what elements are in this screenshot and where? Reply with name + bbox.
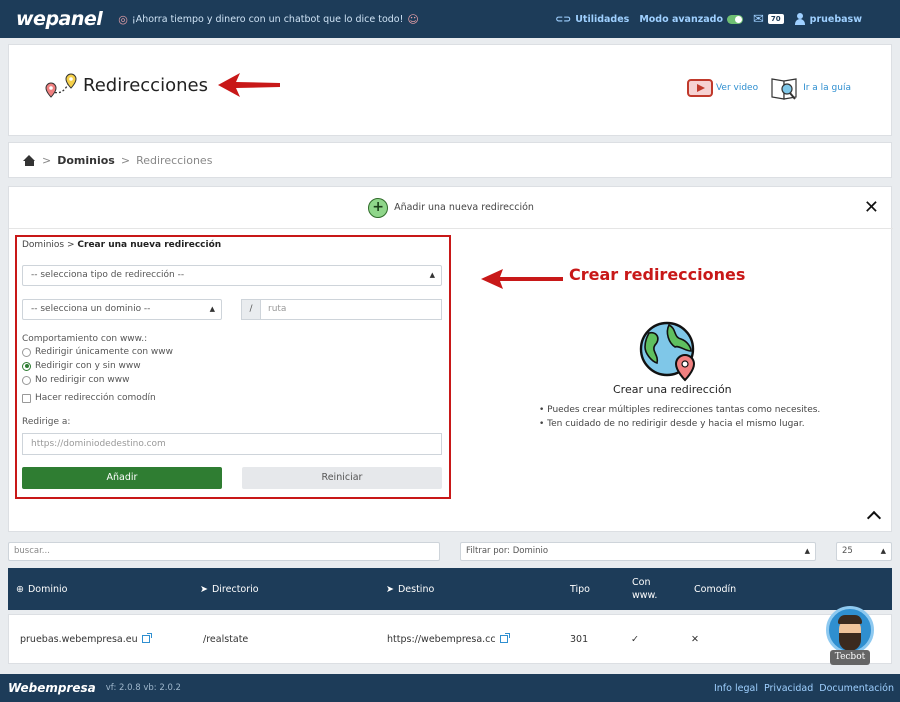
info-list: Puedes crear múltiples redirecciones tan… bbox=[539, 403, 820, 431]
watch-video-link[interactable]: Ver video bbox=[686, 79, 758, 97]
info-bullet: Ten cuidado de no redirigir desde y haci… bbox=[539, 417, 820, 431]
breadcrumb-domains[interactable]: Dominios bbox=[57, 154, 115, 167]
plus-circle-icon: + bbox=[368, 197, 389, 218]
external-link-icon[interactable] bbox=[141, 633, 152, 643]
column-directory[interactable]: ➤ Directorio bbox=[200, 568, 259, 610]
toggle-switch[interactable] bbox=[727, 14, 743, 24]
advanced-mode-toggle[interactable]: Modo avanzado bbox=[639, 14, 743, 25]
target-icon: ◎ bbox=[118, 12, 128, 26]
cell-wildcard-cross-icon: ✕ bbox=[691, 633, 699, 645]
table-row: pruebas.webempresa.eu /realstate https:/… bbox=[8, 614, 892, 664]
add-button[interactable]: Añadir bbox=[22, 467, 222, 489]
reset-button[interactable]: Reiniciar bbox=[242, 467, 442, 489]
version-text: vf: 2.0.8 vb: 2.0.2 bbox=[105, 683, 181, 693]
chevron-up-icon[interactable] bbox=[866, 510, 882, 526]
route-prefix: / bbox=[241, 299, 261, 320]
select-caret-icon: ▲ bbox=[880, 547, 886, 555]
page-size-select[interactable]: 25 ▲ bbox=[836, 542, 892, 561]
form-breadcrumb: Dominios > Crear una nueva redirección bbox=[22, 240, 222, 250]
radio-no-www[interactable]: No redirigir con www bbox=[22, 375, 129, 385]
create-redirect-form: Dominios > Crear una nueva redirección -… bbox=[15, 235, 451, 499]
cell-type: 301 bbox=[570, 633, 589, 645]
video-play-icon bbox=[686, 79, 713, 97]
tecbot-label[interactable]: Tecbot bbox=[830, 650, 870, 665]
radio-only-www[interactable]: Redirigir únicamente con www bbox=[22, 347, 173, 357]
checkbox[interactable] bbox=[22, 393, 31, 403]
location-arrow-icon: ➤ bbox=[386, 583, 394, 595]
redirect-panel: + Añadir una nueva redirección ✕ Dominio… bbox=[8, 186, 893, 532]
select-caret-icon: ▲ bbox=[804, 547, 810, 555]
guide-link[interactable]: Ir a la guía bbox=[770, 75, 851, 101]
globe-pin-icon bbox=[639, 321, 696, 382]
info-title: Crear una redirección bbox=[613, 383, 732, 396]
radio-button[interactable] bbox=[22, 375, 31, 385]
cell-destination[interactable]: https://webempresa.cc bbox=[387, 615, 510, 663]
select-caret-icon: ▲ bbox=[429, 271, 435, 279]
top-bar: wepanel ◎ ¡Ahorra tiempo y dinero con un… bbox=[0, 0, 900, 38]
annotation-arrow-title bbox=[218, 73, 280, 97]
breadcrumb-redirects: Redirecciones bbox=[136, 153, 213, 167]
filter-select[interactable]: Filtrar por: Dominio ▲ bbox=[460, 542, 816, 561]
username: pruebasw bbox=[809, 13, 862, 25]
breadcrumb: > Dominios > Redirecciones bbox=[8, 142, 892, 178]
envelope-icon: ✉ bbox=[753, 11, 764, 27]
tecbot-avatar[interactable] bbox=[826, 606, 874, 654]
ghost-icon: ☺ bbox=[407, 12, 419, 26]
table-header: ⊕ Dominio ➤ Directorio ➤ Destino Tipo Co… bbox=[8, 568, 892, 610]
documentation-link[interactable]: Documentación bbox=[819, 683, 894, 694]
chatbot-promo[interactable]: ◎ ¡Ahorra tiempo y dinero con un chatbot… bbox=[118, 13, 419, 26]
column-destination[interactable]: ➤ Destino bbox=[386, 568, 434, 610]
privacy-link[interactable]: Privacidad bbox=[764, 683, 813, 694]
add-redirect-header[interactable]: + Añadir una nueva redirección bbox=[9, 187, 893, 229]
legal-info-link[interactable]: Info legal bbox=[714, 683, 758, 694]
redirect-to-label: Redirige a: bbox=[22, 417, 71, 427]
footer: Webempresa vf: 2.0.8 vb: 2.0.2 Info lega… bbox=[0, 674, 900, 702]
route-pins-icon bbox=[45, 73, 77, 98]
promo-text: ¡Ahorra tiempo y dinero con un chatbot q… bbox=[131, 13, 404, 25]
wildcard-checkbox[interactable]: Hacer redirección comodín bbox=[22, 393, 156, 403]
route-input[interactable]: ruta bbox=[260, 299, 442, 320]
annotation-arrow-form bbox=[481, 269, 563, 289]
column-type[interactable]: Tipo bbox=[570, 568, 590, 610]
home-icon[interactable] bbox=[23, 154, 36, 166]
page-header: Redirecciones Ver video Ir a la guía bbox=[8, 44, 892, 136]
close-icon[interactable]: ✕ bbox=[864, 197, 879, 218]
info-bullet: Puedes crear múltiples redirecciones tan… bbox=[539, 403, 820, 417]
location-arrow-icon: ➤ bbox=[200, 583, 208, 595]
column-domain[interactable]: ⊕ Dominio bbox=[16, 568, 67, 610]
wepanel-logo[interactable]: wepanel bbox=[16, 8, 103, 30]
webempresa-logo[interactable]: Webempresa bbox=[8, 681, 96, 695]
mail-count-badge: 70 bbox=[767, 14, 784, 24]
www-behavior-label: Comportamiento con www.: bbox=[22, 334, 148, 344]
link-icon: ⊂⊃ bbox=[555, 13, 572, 25]
book-search-icon bbox=[771, 78, 797, 100]
cell-directory: /realstate bbox=[203, 633, 249, 645]
column-wildcard[interactable]: Comodín bbox=[694, 568, 736, 610]
radio-with-without-www[interactable]: Redirigir con y sin www bbox=[22, 361, 141, 371]
user-icon bbox=[794, 13, 806, 25]
cell-www-check-icon: ✓ bbox=[631, 633, 639, 645]
radio-button-selected[interactable] bbox=[22, 361, 31, 371]
column-www[interactable]: Con www. bbox=[632, 568, 664, 610]
radio-button[interactable] bbox=[22, 347, 31, 357]
user-menu[interactable]: pruebasw bbox=[794, 13, 862, 25]
cell-domain[interactable]: pruebas.webempresa.eu bbox=[20, 615, 152, 663]
select-caret-icon: ▲ bbox=[209, 305, 215, 313]
external-link-icon[interactable] bbox=[499, 633, 510, 643]
page-title: Redirecciones bbox=[83, 75, 208, 96]
destination-input[interactable]: https://dominiodedestino.com bbox=[22, 433, 442, 455]
utilities-link[interactable]: ⊂⊃ Utilidades bbox=[555, 14, 629, 25]
redirect-type-select[interactable]: -- selecciona tipo de redirección -- ▲ bbox=[22, 265, 442, 286]
mail-button[interactable]: ✉ 70 bbox=[753, 12, 784, 27]
annotation-label: Crear redirecciones bbox=[569, 265, 746, 284]
domain-select[interactable]: -- selecciona un dominio -- ▲ bbox=[22, 299, 222, 320]
globe-icon: ⊕ bbox=[16, 583, 24, 595]
search-input[interactable]: buscar... bbox=[8, 542, 440, 561]
